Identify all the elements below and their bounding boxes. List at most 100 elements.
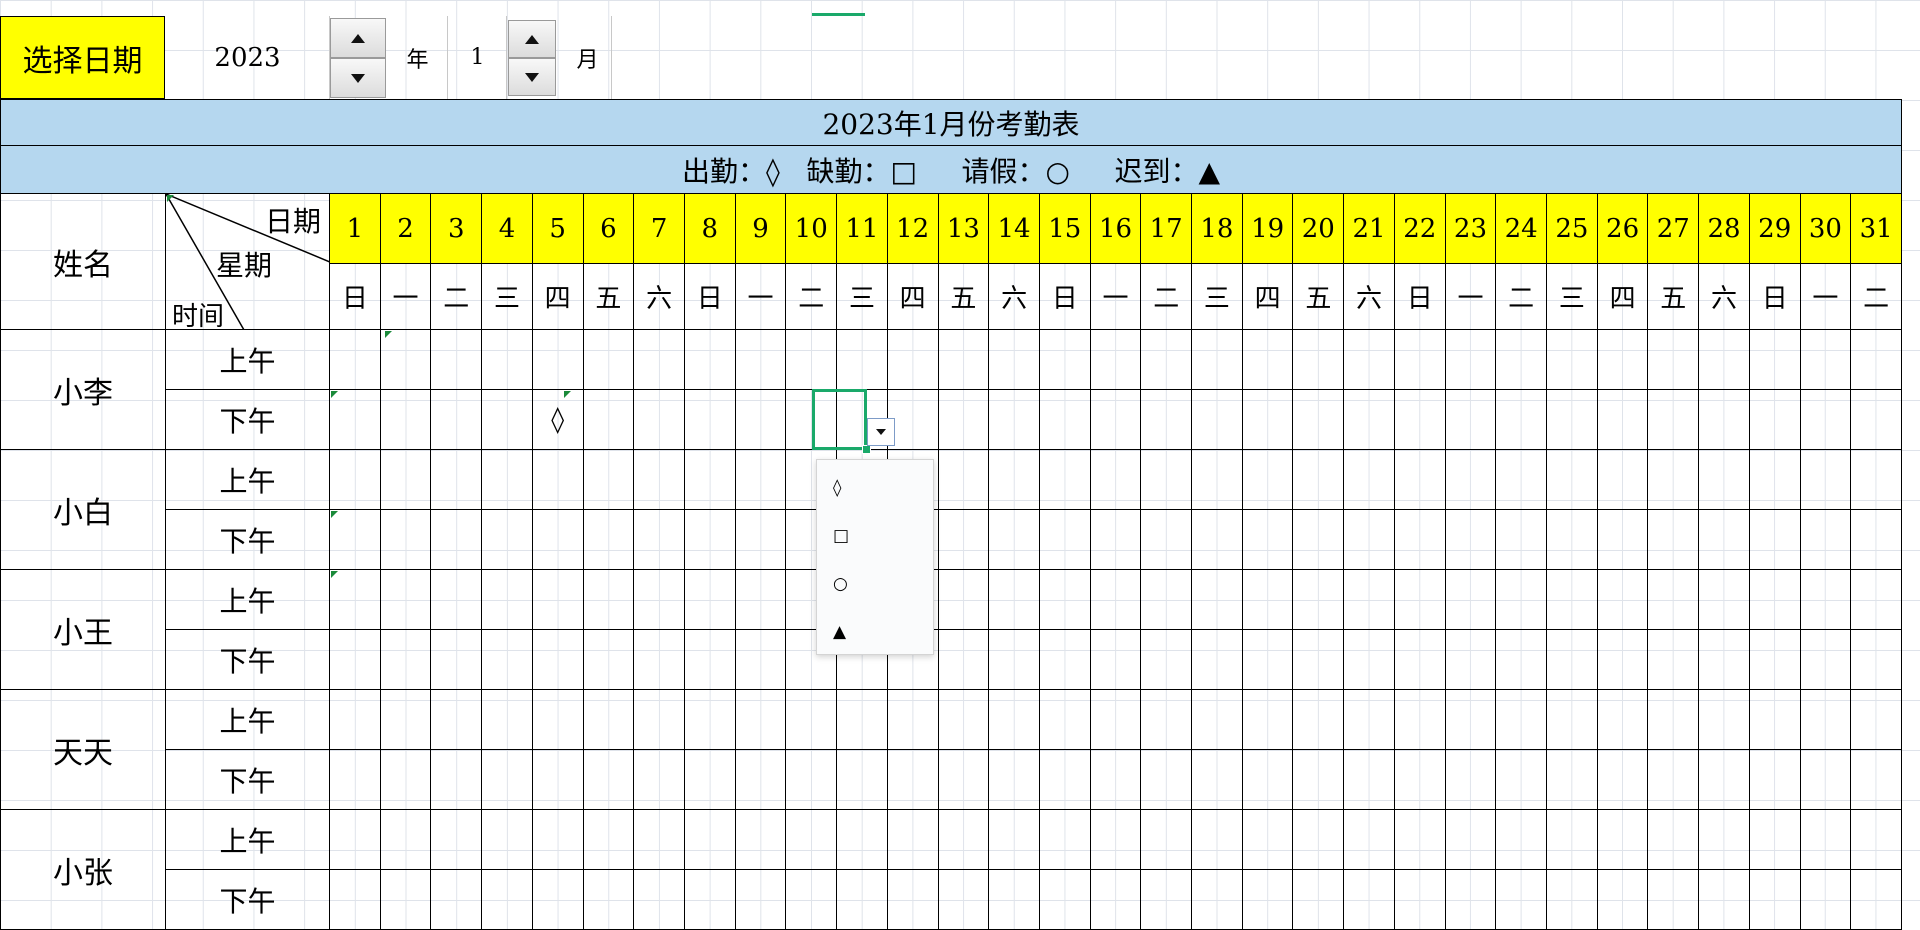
attendance-cell[interactable] — [684, 870, 736, 930]
attendance-cell[interactable] — [1496, 810, 1548, 870]
weekday-header-cell[interactable]: 日 — [1749, 264, 1801, 330]
attendance-cell[interactable] — [735, 750, 787, 810]
attendance-cell[interactable] — [1242, 330, 1294, 390]
attendance-cell[interactable] — [1648, 330, 1700, 390]
attendance-cell[interactable] — [482, 750, 533, 810]
attendance-cell[interactable] — [1344, 570, 1395, 630]
day-header-cell[interactable]: 26 — [1597, 194, 1649, 264]
attendance-cell[interactable] — [1445, 330, 1497, 390]
attendance-cell[interactable] — [989, 750, 1040, 810]
attendance-cell[interactable] — [431, 750, 483, 810]
attendance-cell[interactable] — [1090, 330, 1142, 390]
attendance-cell[interactable] — [1394, 390, 1446, 450]
attendance-cell[interactable] — [1547, 570, 1598, 630]
attendance-cell[interactable] — [1648, 810, 1700, 870]
attendance-cell[interactable] — [1749, 390, 1801, 450]
attendance-cell[interactable] — [1039, 810, 1091, 870]
attendance-cell[interactable] — [1344, 330, 1395, 390]
attendance-cell[interactable] — [1597, 750, 1649, 810]
attendance-cell[interactable] — [1547, 450, 1598, 510]
attendance-cell[interactable] — [1800, 750, 1852, 810]
attendance-cell[interactable] — [735, 810, 787, 870]
weekday-header-cell[interactable]: 二 — [1141, 264, 1193, 330]
attendance-cell[interactable] — [1445, 630, 1497, 690]
attendance-cell[interactable] — [1749, 450, 1801, 510]
attendance-cell[interactable] — [1851, 510, 1902, 570]
attendance-cell[interactable] — [330, 870, 381, 930]
attendance-cell[interactable] — [1851, 390, 1902, 450]
weekday-header-cell[interactable]: 一 — [1090, 264, 1142, 330]
attendance-cell[interactable] — [532, 630, 584, 690]
attendance-cell[interactable] — [1445, 810, 1497, 870]
attendance-cell[interactable] — [989, 870, 1040, 930]
attendance-cell[interactable] — [1648, 570, 1700, 630]
attendance-cell[interactable] — [1597, 390, 1649, 450]
attendance-cell[interactable] — [380, 450, 432, 510]
attendance-cell[interactable] — [1039, 390, 1091, 450]
attendance-cell[interactable] — [1394, 570, 1446, 630]
attendance-cell[interactable] — [1547, 330, 1598, 390]
attendance-cell[interactable] — [1800, 690, 1852, 750]
attendance-cell[interactable] — [634, 690, 685, 750]
attendance-cell[interactable] — [1851, 570, 1902, 630]
attendance-cell[interactable] — [380, 330, 432, 390]
attendance-cell[interactable] — [1496, 870, 1548, 930]
weekday-header-cell[interactable]: 四 — [887, 264, 939, 330]
attendance-cell[interactable] — [1699, 390, 1750, 450]
attendance-cell[interactable] — [482, 390, 533, 450]
weekday-header-cell[interactable]: 六 — [1344, 264, 1395, 330]
attendance-cell[interactable] — [380, 750, 432, 810]
attendance-cell[interactable] — [786, 870, 838, 930]
attendance-cell[interactable] — [1800, 570, 1852, 630]
day-header-cell[interactable]: 20 — [1293, 194, 1345, 264]
weekday-header-cell[interactable]: 日 — [684, 264, 736, 330]
day-header-cell[interactable]: 16 — [1090, 194, 1142, 264]
attendance-cell[interactable] — [1800, 330, 1852, 390]
attendance-cell[interactable] — [1800, 810, 1852, 870]
attendance-cell[interactable] — [583, 330, 635, 390]
attendance-cell[interactable] — [1344, 630, 1395, 690]
attendance-cell[interactable] — [938, 390, 990, 450]
attendance-cell[interactable] — [330, 390, 381, 450]
attendance-cell[interactable] — [1293, 390, 1345, 450]
attendance-cell[interactable] — [431, 390, 483, 450]
attendance-cell[interactable] — [735, 570, 787, 630]
attendance-cell[interactable] — [1851, 870, 1902, 930]
attendance-cell[interactable] — [1293, 810, 1345, 870]
attendance-cell[interactable] — [431, 570, 483, 630]
attendance-cell[interactable] — [938, 330, 990, 390]
weekday-header-cell[interactable]: 二 — [1851, 264, 1902, 330]
attendance-cell[interactable] — [1749, 330, 1801, 390]
day-header-cell[interactable]: 13 — [938, 194, 990, 264]
weekday-header-cell[interactable]: 五 — [1648, 264, 1700, 330]
attendance-cell[interactable] — [330, 630, 381, 690]
attendance-cell[interactable] — [1141, 570, 1193, 630]
attendance-cell[interactable] — [634, 750, 685, 810]
attendance-cell[interactable] — [989, 690, 1040, 750]
day-header-cell[interactable]: 15 — [1039, 194, 1091, 264]
attendance-cell[interactable] — [1090, 390, 1142, 450]
dropdown-option[interactable]: ◊ — [817, 464, 933, 512]
attendance-cell[interactable] — [1445, 870, 1497, 930]
attendance-cell[interactable] — [583, 510, 635, 570]
morning-slot-cell[interactable]: 上午 — [166, 570, 330, 630]
attendance-cell[interactable] — [330, 750, 381, 810]
attendance-cell[interactable] — [887, 690, 939, 750]
attendance-cell[interactable] — [1445, 390, 1497, 450]
attendance-cell[interactable] — [684, 690, 736, 750]
weekday-header-cell[interactable]: 二 — [431, 264, 483, 330]
attendance-cell[interactable] — [1800, 390, 1852, 450]
afternoon-slot-cell[interactable]: 下午 — [166, 510, 330, 570]
attendance-cell[interactable] — [1749, 570, 1801, 630]
employee-name-cell[interactable]: 天天 — [0, 690, 166, 810]
afternoon-slot-cell[interactable]: 下午 — [166, 630, 330, 690]
attendance-cell[interactable] — [1242, 510, 1294, 570]
attendance-cell[interactable] — [1699, 570, 1750, 630]
attendance-cell[interactable] — [1699, 870, 1750, 930]
attendance-cell[interactable] — [1394, 630, 1446, 690]
attendance-cell[interactable]: ◊ — [532, 390, 584, 450]
attendance-cell[interactable] — [1648, 870, 1700, 930]
attendance-cell[interactable] — [989, 390, 1040, 450]
day-header-cell[interactable]: 19 — [1242, 194, 1294, 264]
attendance-cell[interactable] — [1192, 750, 1243, 810]
